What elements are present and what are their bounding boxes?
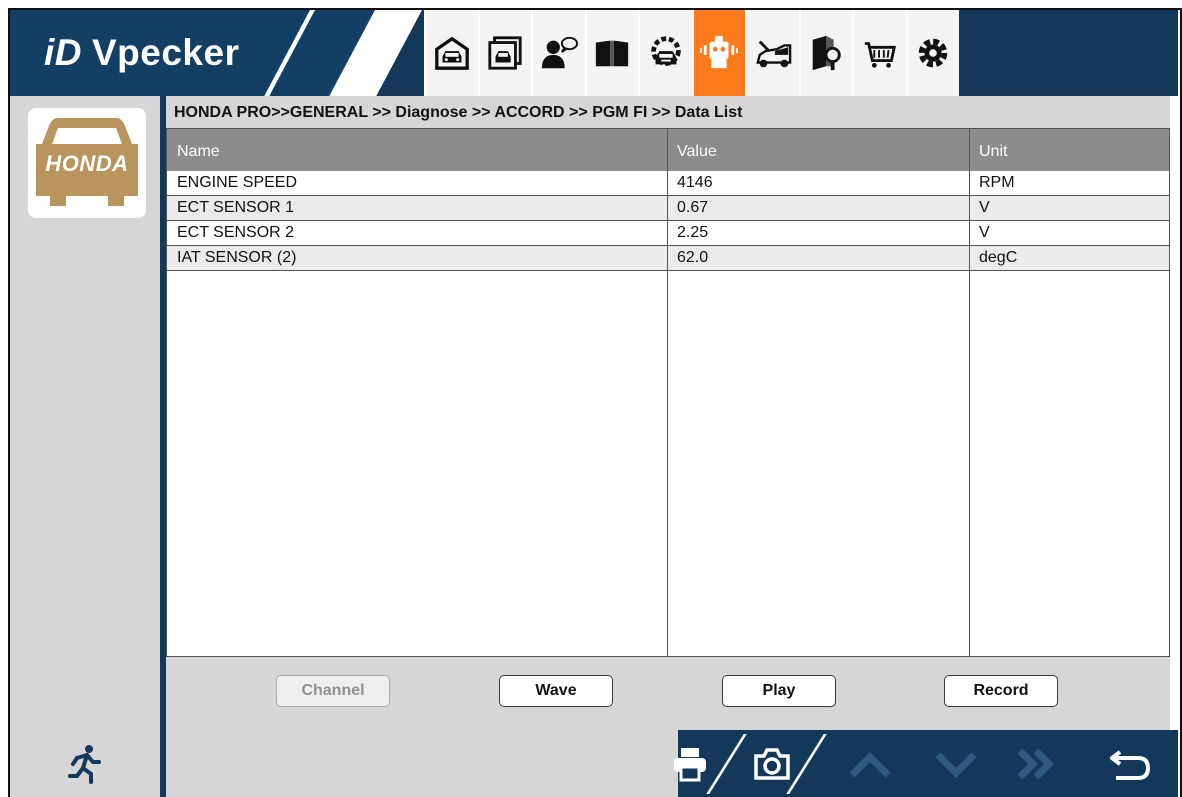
nav-feedback-button[interactable]: [531, 10, 585, 96]
column-divider: [667, 129, 668, 656]
column-divider: [969, 129, 970, 656]
top-header: iD Vpecker: [10, 10, 1178, 96]
up-arrow-icon: [849, 751, 891, 777]
row-value: 4146: [677, 174, 713, 191]
table-row[interactable]: ENGINE SPEED 4146 RPM: [167, 171, 1169, 196]
main-nav: [424, 10, 959, 96]
table-header: Name Value Unit: [167, 129, 1169, 171]
cart-icon: [864, 42, 896, 68]
row-name: IAT SENSOR (2): [177, 249, 297, 266]
vehicle-brand-card[interactable]: HONDA: [28, 108, 146, 218]
fast-forward-icon: [1017, 748, 1054, 779]
scroll-down-button[interactable]: [926, 730, 986, 797]
nav-special-function-button[interactable]: [638, 10, 692, 96]
record-button[interactable]: Record: [944, 675, 1058, 707]
vehicle-window-icon: [488, 36, 522, 70]
column-header-value: Value: [677, 143, 717, 160]
bottom-toolbar: [10, 730, 1178, 797]
back-button[interactable]: [1100, 730, 1160, 797]
row-name: ECT SENSOR 2: [177, 224, 295, 241]
main-panel: HONDA PRO>>GENERAL >> Diagnose >> ACCORD…: [166, 96, 1170, 730]
row-name: ECT SENSOR 1: [177, 199, 295, 216]
row-value: 2.25: [677, 224, 709, 241]
column-header-unit: Unit: [979, 143, 1008, 160]
logo-mark: iD: [44, 32, 82, 73]
nav-settings-button[interactable]: [905, 10, 959, 96]
left-sidebar: HONDA: [10, 96, 160, 730]
wave-button[interactable]: Wave: [499, 675, 613, 707]
play-button[interactable]: Play: [722, 675, 836, 707]
table-row[interactable]: ECT SENSOR 1 0.67 V: [167, 196, 1169, 221]
channel-button[interactable]: Channel: [276, 675, 390, 707]
nav-manual-button[interactable]: [584, 10, 638, 96]
robot-diagnose-icon: [700, 35, 739, 69]
down-arrow-icon: [935, 752, 977, 778]
row-value: 62.0: [677, 249, 709, 266]
data-list-table: Name Value Unit ENGINE SPEED 4146 RPM EC…: [166, 128, 1170, 657]
row-unit: V: [979, 199, 990, 216]
nav-diagnose-button[interactable]: [691, 10, 745, 96]
row-unit: V: [979, 224, 990, 241]
gear-icon: [919, 38, 948, 68]
nav-garage-button[interactable]: [424, 10, 478, 96]
nav-repair-button[interactable]: [745, 10, 799, 96]
gear-car-icon: [651, 36, 681, 66]
back-icon: [1110, 749, 1151, 780]
print-icon: [674, 747, 706, 781]
logo-name: Vpecker: [92, 32, 240, 73]
app-frame: iD Vpecker HONDA HONDA PRO>>GENERAL >> D…: [0, 0, 1182, 797]
table-row[interactable]: ECT SENSOR 2 2.25 V: [167, 221, 1169, 246]
action-bar: Channel Wave Play Record: [166, 657, 1170, 730]
app-logo: iD Vpecker: [44, 32, 240, 74]
breadcrumb: HONDA PRO>>GENERAL >> Diagnose >> ACCORD…: [174, 104, 743, 121]
exit-running-icon: [68, 744, 101, 784]
row-unit: RPM: [979, 174, 1015, 191]
column-header-name: Name: [177, 143, 220, 160]
book-icon: [596, 40, 629, 67]
vehicle-brand-label: HONDA: [45, 151, 129, 176]
nav-guide-button[interactable]: [798, 10, 852, 96]
table-row[interactable]: IAT SENSOR (2) 62.0 degC: [167, 246, 1169, 271]
screenshot-icon: [754, 747, 790, 780]
nav-shop-button[interactable]: [852, 10, 906, 96]
user-chat-icon: [541, 36, 578, 69]
exit-button[interactable]: [10, 730, 160, 797]
garage-icon: [434, 36, 469, 70]
car-repair-icon: [756, 40, 792, 68]
row-unit: degC: [979, 249, 1018, 266]
footer-status-area: [166, 730, 678, 797]
book-search-icon: [812, 35, 841, 71]
nav-vehicle-info-button[interactable]: [477, 10, 531, 96]
fast-forward-button[interactable]: [1006, 730, 1066, 797]
scroll-up-button[interactable]: [840, 730, 900, 797]
row-value: 0.67: [677, 199, 709, 216]
row-name: ENGINE SPEED: [177, 174, 298, 191]
